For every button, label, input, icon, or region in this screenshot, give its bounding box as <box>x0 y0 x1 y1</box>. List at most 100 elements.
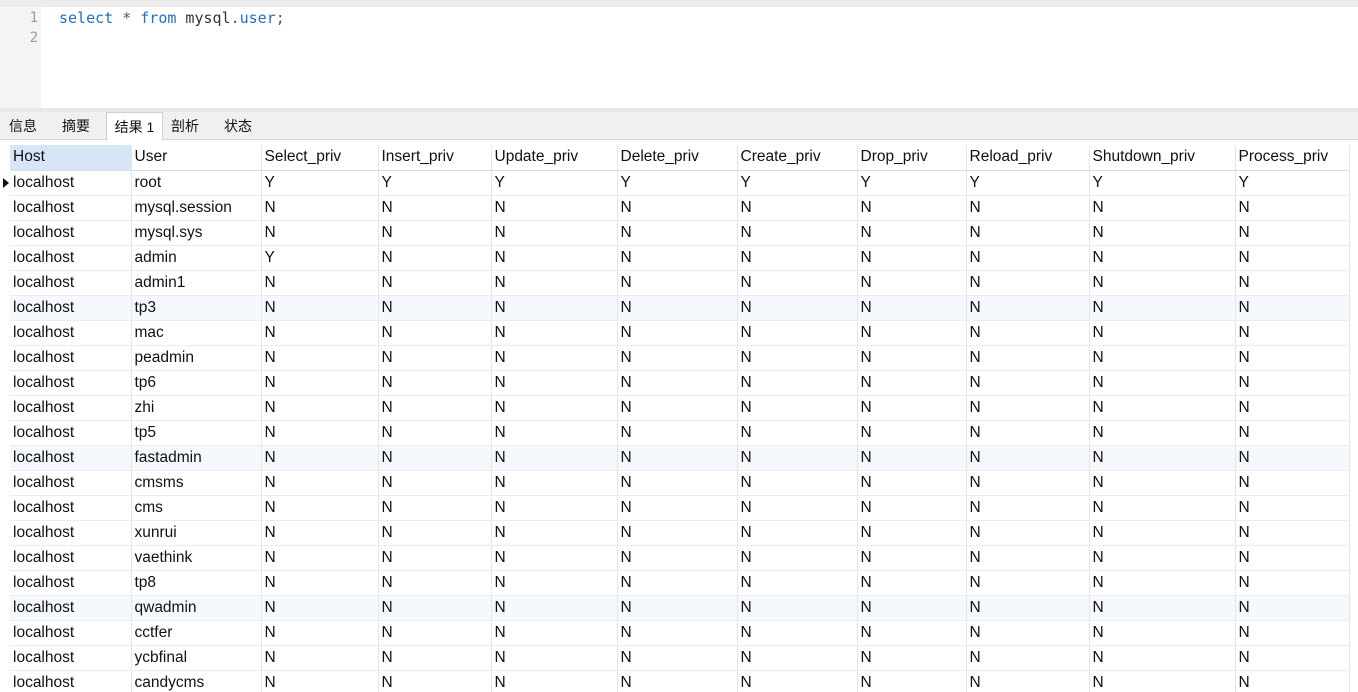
table-cell[interactable]: tp3 <box>131 295 262 321</box>
table-cell[interactable]: N <box>1235 295 1350 321</box>
table-cell[interactable]: N <box>378 470 492 496</box>
table-cell[interactable]: N <box>857 520 967 546</box>
table-cell[interactable]: N <box>1235 645 1350 671</box>
table-cell[interactable]: N <box>617 645 738 671</box>
table-cell[interactable]: N <box>857 245 967 271</box>
table-cell[interactable]: N <box>966 620 1090 646</box>
table-cell[interactable]: candycms <box>131 670 262 692</box>
table-cell[interactable]: Y <box>966 170 1090 196</box>
table-row[interactable]: localhost mysql.session N N N N N N N N N <box>10 195 1350 221</box>
table-cell[interactable]: N <box>617 395 738 421</box>
tab-result-1[interactable]: 结果 1 <box>106 112 163 141</box>
table-cell[interactable]: N <box>491 445 618 471</box>
table-cell[interactable]: localhost <box>10 670 132 692</box>
table-row[interactable]: localhost tp3 N N N N N N N N N <box>10 295 1350 321</box>
table-cell[interactable]: N <box>737 320 858 346</box>
table-cell[interactable]: N <box>1089 645 1236 671</box>
table-cell[interactable]: N <box>491 270 618 296</box>
table-cell[interactable]: localhost <box>10 270 132 296</box>
table-cell[interactable]: N <box>1089 395 1236 421</box>
table-row[interactable]: localhost ycbfinal N N N N N N N N N <box>10 645 1350 671</box>
table-cell[interactable]: mac <box>131 320 262 346</box>
table-cell[interactable]: N <box>261 420 379 446</box>
table-cell[interactable]: N <box>1089 370 1236 396</box>
table-cell[interactable]: N <box>378 370 492 396</box>
table-cell[interactable]: localhost <box>10 320 132 346</box>
table-cell[interactable]: N <box>617 595 738 621</box>
table-cell[interactable]: N <box>1235 220 1350 246</box>
table-row[interactable]: localhost admin1 N N N N N N N N N <box>10 270 1350 296</box>
sql-editor[interactable]: 1 2 select * from mysql.user; <box>0 0 1358 108</box>
table-cell[interactable]: N <box>737 545 858 571</box>
table-cell[interactable]: localhost <box>10 445 132 471</box>
column-header[interactable]: Process_priv <box>1235 145 1350 171</box>
table-cell[interactable]: N <box>1235 195 1350 221</box>
table-cell[interactable]: N <box>966 295 1090 321</box>
table-cell[interactable]: N <box>857 345 967 371</box>
table-cell[interactable]: N <box>966 420 1090 446</box>
table-cell[interactable]: N <box>1235 495 1350 521</box>
table-cell[interactable]: N <box>261 520 379 546</box>
table-cell[interactable]: localhost <box>10 545 132 571</box>
table-cell[interactable]: qwadmin <box>131 595 262 621</box>
table-cell[interactable]: N <box>966 195 1090 221</box>
table-cell[interactable]: N <box>378 570 492 596</box>
table-cell[interactable]: N <box>737 420 858 446</box>
table-cell[interactable]: N <box>261 545 379 571</box>
table-cell[interactable]: N <box>617 495 738 521</box>
table-cell[interactable]: Y <box>261 170 379 196</box>
table-cell[interactable]: N <box>857 595 967 621</box>
table-cell[interactable]: N <box>261 445 379 471</box>
table-cell[interactable]: N <box>966 495 1090 521</box>
table-cell[interactable]: N <box>617 245 738 271</box>
table-cell[interactable]: tp6 <box>131 370 262 396</box>
table-cell[interactable]: N <box>857 445 967 471</box>
table-cell[interactable]: N <box>261 570 379 596</box>
table-cell[interactable]: N <box>966 345 1090 371</box>
table-cell[interactable]: N <box>261 195 379 221</box>
table-cell[interactable]: N <box>1235 570 1350 596</box>
table-cell[interactable]: N <box>1235 445 1350 471</box>
table-cell[interactable]: localhost <box>10 420 132 446</box>
table-cell[interactable]: localhost <box>10 595 132 621</box>
table-cell[interactable]: N <box>378 645 492 671</box>
table-cell[interactable]: N <box>378 345 492 371</box>
table-cell[interactable]: N <box>737 195 858 221</box>
table-cell[interactable]: N <box>261 670 379 692</box>
table-cell[interactable]: localhost <box>10 570 132 596</box>
table-cell[interactable]: N <box>1089 245 1236 271</box>
table-cell[interactable]: N <box>491 420 618 446</box>
table-cell[interactable]: N <box>1089 320 1236 346</box>
table-cell[interactable]: N <box>261 395 379 421</box>
table-cell[interactable]: N <box>857 420 967 446</box>
table-cell[interactable]: N <box>378 395 492 421</box>
table-cell[interactable]: localhost <box>10 495 132 521</box>
table-cell[interactable]: Y <box>1235 170 1350 196</box>
table-cell[interactable]: N <box>378 520 492 546</box>
table-cell[interactable]: N <box>1235 670 1350 692</box>
table-cell[interactable]: N <box>1089 220 1236 246</box>
table-cell[interactable]: N <box>1235 595 1350 621</box>
table-cell[interactable]: localhost <box>10 370 132 396</box>
table-cell[interactable]: N <box>617 420 738 446</box>
table-cell[interactable]: localhost <box>10 220 132 246</box>
table-cell[interactable]: N <box>1089 345 1236 371</box>
table-cell[interactable]: N <box>1089 495 1236 521</box>
table-cell[interactable]: N <box>491 370 618 396</box>
table-cell[interactable]: N <box>857 270 967 296</box>
table-cell[interactable]: N <box>1089 570 1236 596</box>
tab-info[interactable]: 信息 <box>0 112 46 140</box>
table-cell[interactable]: N <box>378 320 492 346</box>
table-row[interactable]: localhost cctfer N N N N N N N N N <box>10 620 1350 646</box>
table-cell[interactable]: N <box>378 670 492 692</box>
table-cell[interactable]: N <box>966 470 1090 496</box>
table-cell[interactable]: mysql.sys <box>131 220 262 246</box>
table-cell[interactable]: cmsms <box>131 470 262 496</box>
table-cell[interactable]: localhost <box>10 345 132 371</box>
table-row[interactable]: localhost cms N N N N N N N N N <box>10 495 1350 521</box>
column-header[interactable]: Create_priv <box>737 145 858 171</box>
table-cell[interactable]: N <box>1089 670 1236 692</box>
tab-summary[interactable]: 摘要 <box>50 112 102 140</box>
table-cell[interactable]: N <box>737 220 858 246</box>
table-row[interactable]: localhost vaethink N N N N N N N N N <box>10 545 1350 571</box>
